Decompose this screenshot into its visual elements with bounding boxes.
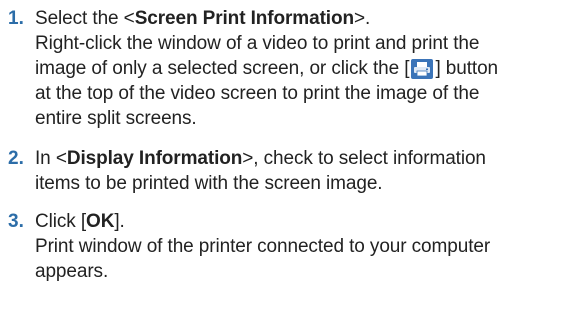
step-instruction: Select the <Screen Print Information>. xyxy=(35,8,371,29)
step-number: 2. xyxy=(8,148,24,169)
step-description-line: items to be printed with the screen imag… xyxy=(35,173,383,194)
step-number: 3. xyxy=(8,211,24,232)
step-number: 1. xyxy=(8,8,24,29)
step-instruction: Click [OK]. xyxy=(35,211,125,232)
printer-icon xyxy=(411,59,434,79)
step-text: Select the <Screen Print Information>. R… xyxy=(35,6,579,131)
instruction-document: 1. Select the <Screen Print Information>… xyxy=(0,0,583,314)
step-description-line: image of only a selected screen, or clic… xyxy=(35,58,499,79)
step-description-line: Right-click the window of a video to pri… xyxy=(35,33,480,54)
step-2: 2. In <Display Information>, check to se… xyxy=(8,146,579,196)
step-instruction: In <Display Information>, check to selec… xyxy=(35,148,486,169)
step-3: 3. Click [OK]. Print window of the print… xyxy=(8,209,579,284)
step-description-line: at the top of the video screen to print … xyxy=(35,83,480,104)
ui-term: Display Information xyxy=(66,148,243,169)
step-text: In <Display Information>, check to selec… xyxy=(35,146,579,196)
step-description-line: Print window of the printer connected to… xyxy=(35,236,491,257)
step-1: 1. Select the <Screen Print Information>… xyxy=(8,6,579,131)
ui-term: Screen Print Information xyxy=(134,8,354,29)
ui-term: OK xyxy=(86,211,115,232)
step-description-line: entire split screens. xyxy=(35,108,197,129)
step-description-line: appears. xyxy=(35,261,109,282)
step-text: Click [OK]. Print window of the printer … xyxy=(35,209,579,284)
